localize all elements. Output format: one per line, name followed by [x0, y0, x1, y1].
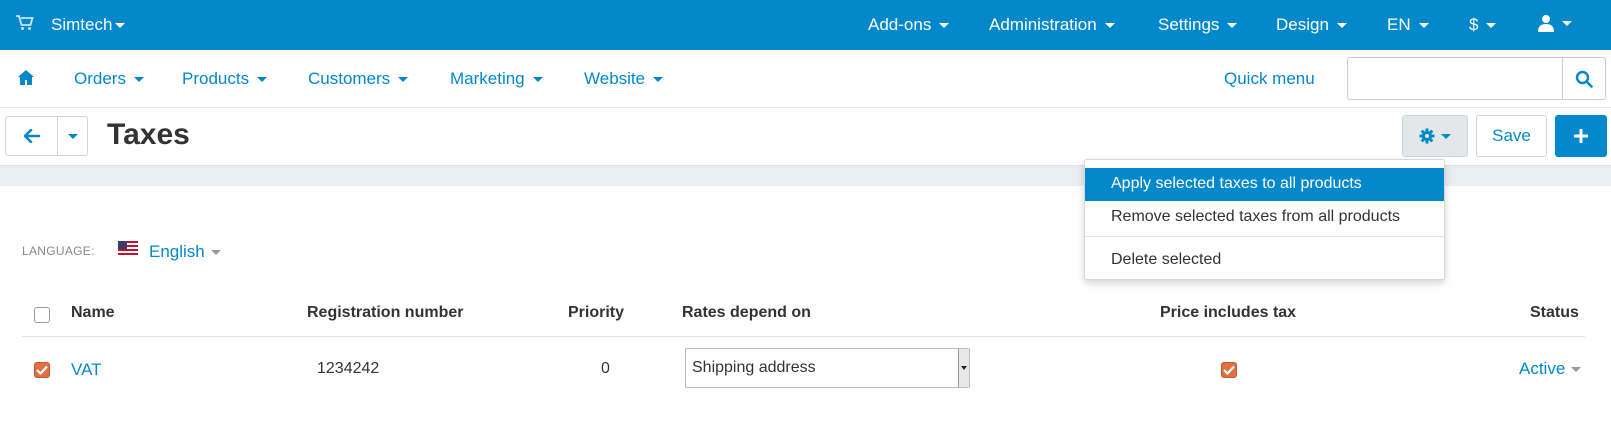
language-selector[interactable]: English — [149, 242, 221, 262]
actions-dropdown-menu: Apply selected taxes to all products Rem… — [1084, 159, 1445, 280]
rates-depend-on-select[interactable]: Shipping address — [685, 348, 970, 388]
chevron-down-icon — [1104, 22, 1115, 28]
chevron-down-icon — [1571, 366, 1582, 372]
menu-divider — [1085, 236, 1444, 237]
table-row: VAT 1234242 0 Shipping address Active — [22, 345, 1585, 395]
column-status[interactable]: Status — [1530, 304, 1579, 322]
chevron-down-icon — [67, 133, 78, 139]
menu-language-label: EN — [1387, 15, 1411, 34]
chevron-down-icon — [398, 76, 409, 82]
home-icon[interactable] — [17, 69, 35, 86]
menu-addons-label: Add-ons — [868, 15, 932, 34]
chevron-down-icon — [653, 76, 664, 82]
chevron-down-icon — [961, 366, 967, 370]
search-button[interactable] — [1562, 57, 1606, 100]
checkmark-icon — [1223, 365, 1235, 375]
column-priority[interactable]: Priority — [568, 304, 624, 322]
column-price-includes-tax: Price includes tax — [1160, 304, 1297, 321]
chevron-down-icon — [1227, 22, 1238, 28]
chevron-down-icon — [532, 76, 543, 82]
menu-item-remove-taxes[interactable]: Remove selected taxes from all products — [1085, 201, 1444, 234]
menu-item-apply-taxes[interactable]: Apply selected taxes to all products — [1085, 168, 1444, 201]
tax-name-link[interactable]: VAT — [71, 360, 102, 380]
arrow-left-icon — [23, 129, 40, 143]
top-bar: Simtech Add-ons Administration Settings … — [0, 0, 1611, 50]
nav-orders-label: Orders — [74, 69, 126, 88]
menu-currency[interactable]: $ — [1469, 15, 1497, 35]
nav-marketing-label: Marketing — [450, 69, 525, 88]
back-history-dropdown[interactable] — [58, 117, 87, 155]
menu-administration[interactable]: Administration — [989, 15, 1115, 35]
chevron-down-icon — [257, 76, 268, 82]
menu-settings[interactable]: Settings — [1158, 15, 1238, 35]
page-header: Taxes Save — [0, 108, 1611, 166]
gear-icon — [1419, 128, 1435, 144]
chevron-down-icon — [1441, 133, 1451, 139]
chevron-down-icon — [1486, 22, 1497, 28]
page-title: Taxes — [107, 118, 190, 151]
menu-design[interactable]: Design — [1276, 15, 1347, 35]
quick-menu-link[interactable]: Quick menu — [1224, 69, 1315, 89]
nav-marketing[interactable]: Marketing — [450, 69, 543, 89]
select-arrow — [958, 349, 969, 387]
nav-website[interactable]: Website — [584, 69, 664, 89]
store-name: Simtech — [51, 15, 113, 34]
status-value: Active — [1519, 359, 1566, 378]
chevron-down-icon — [939, 22, 950, 28]
search-icon — [1575, 70, 1593, 88]
chevron-down-icon — [1336, 22, 1347, 28]
chevron-down-icon — [115, 22, 126, 28]
store-selector[interactable]: Simtech — [51, 15, 126, 35]
chevron-down-icon — [1562, 20, 1572, 26]
priority-value: 0 — [601, 360, 610, 377]
column-name[interactable]: Name — [71, 304, 115, 322]
column-rates-depend-on: Rates depend on — [682, 304, 811, 321]
back-button[interactable] — [6, 117, 58, 155]
nav-products-label: Products — [182, 69, 250, 88]
price-includes-tax-checkbox[interactable] — [1221, 362, 1237, 378]
add-tax-button[interactable] — [1555, 115, 1607, 157]
language-value: English — [149, 242, 205, 261]
nav-orders[interactable]: Orders — [74, 69, 144, 89]
plus-icon — [1574, 129, 1588, 143]
language-label: LANGUAGE: — [22, 244, 95, 258]
cart-icon[interactable] — [16, 15, 34, 31]
user-icon — [1538, 15, 1554, 32]
main-navigation: Orders Products Customers Marketing Webs… — [0, 50, 1611, 108]
chevron-down-icon — [1418, 22, 1429, 28]
user-menu[interactable] — [1538, 14, 1572, 32]
us-flag-icon — [118, 241, 138, 255]
save-button[interactable]: Save — [1476, 115, 1547, 157]
nav-products[interactable]: Products — [182, 69, 268, 89]
nav-website-label: Website — [584, 69, 646, 88]
row-select-checkbox[interactable] — [34, 362, 50, 378]
taxes-table-header: Name Registration number Priority Rates … — [22, 294, 1585, 337]
menu-design-label: Design — [1276, 15, 1329, 34]
menu-language[interactable]: EN — [1387, 15, 1429, 35]
menu-addons[interactable]: Add-ons — [868, 15, 950, 35]
chevron-down-icon — [133, 76, 144, 82]
registration-number-value: 1234242 — [317, 360, 380, 377]
menu-currency-label: $ — [1469, 15, 1479, 34]
checkmark-icon — [36, 365, 48, 375]
status-dropdown[interactable]: Active — [1519, 359, 1582, 379]
menu-administration-label: Administration — [989, 15, 1097, 34]
rates-depend-on-value: Shipping address — [692, 359, 816, 376]
column-registration-number: Registration number — [307, 304, 464, 321]
nav-customers[interactable]: Customers — [308, 69, 409, 89]
back-button-group — [5, 116, 88, 156]
menu-settings-label: Settings — [1158, 15, 1220, 34]
select-all-checkbox[interactable] — [34, 307, 50, 323]
nav-customers-label: Customers — [308, 69, 391, 88]
menu-item-delete-selected[interactable]: Delete selected — [1085, 244, 1444, 277]
search-input[interactable] — [1347, 57, 1563, 100]
chevron-down-icon — [210, 249, 221, 255]
actions-gear-button[interactable] — [1402, 115, 1468, 157]
